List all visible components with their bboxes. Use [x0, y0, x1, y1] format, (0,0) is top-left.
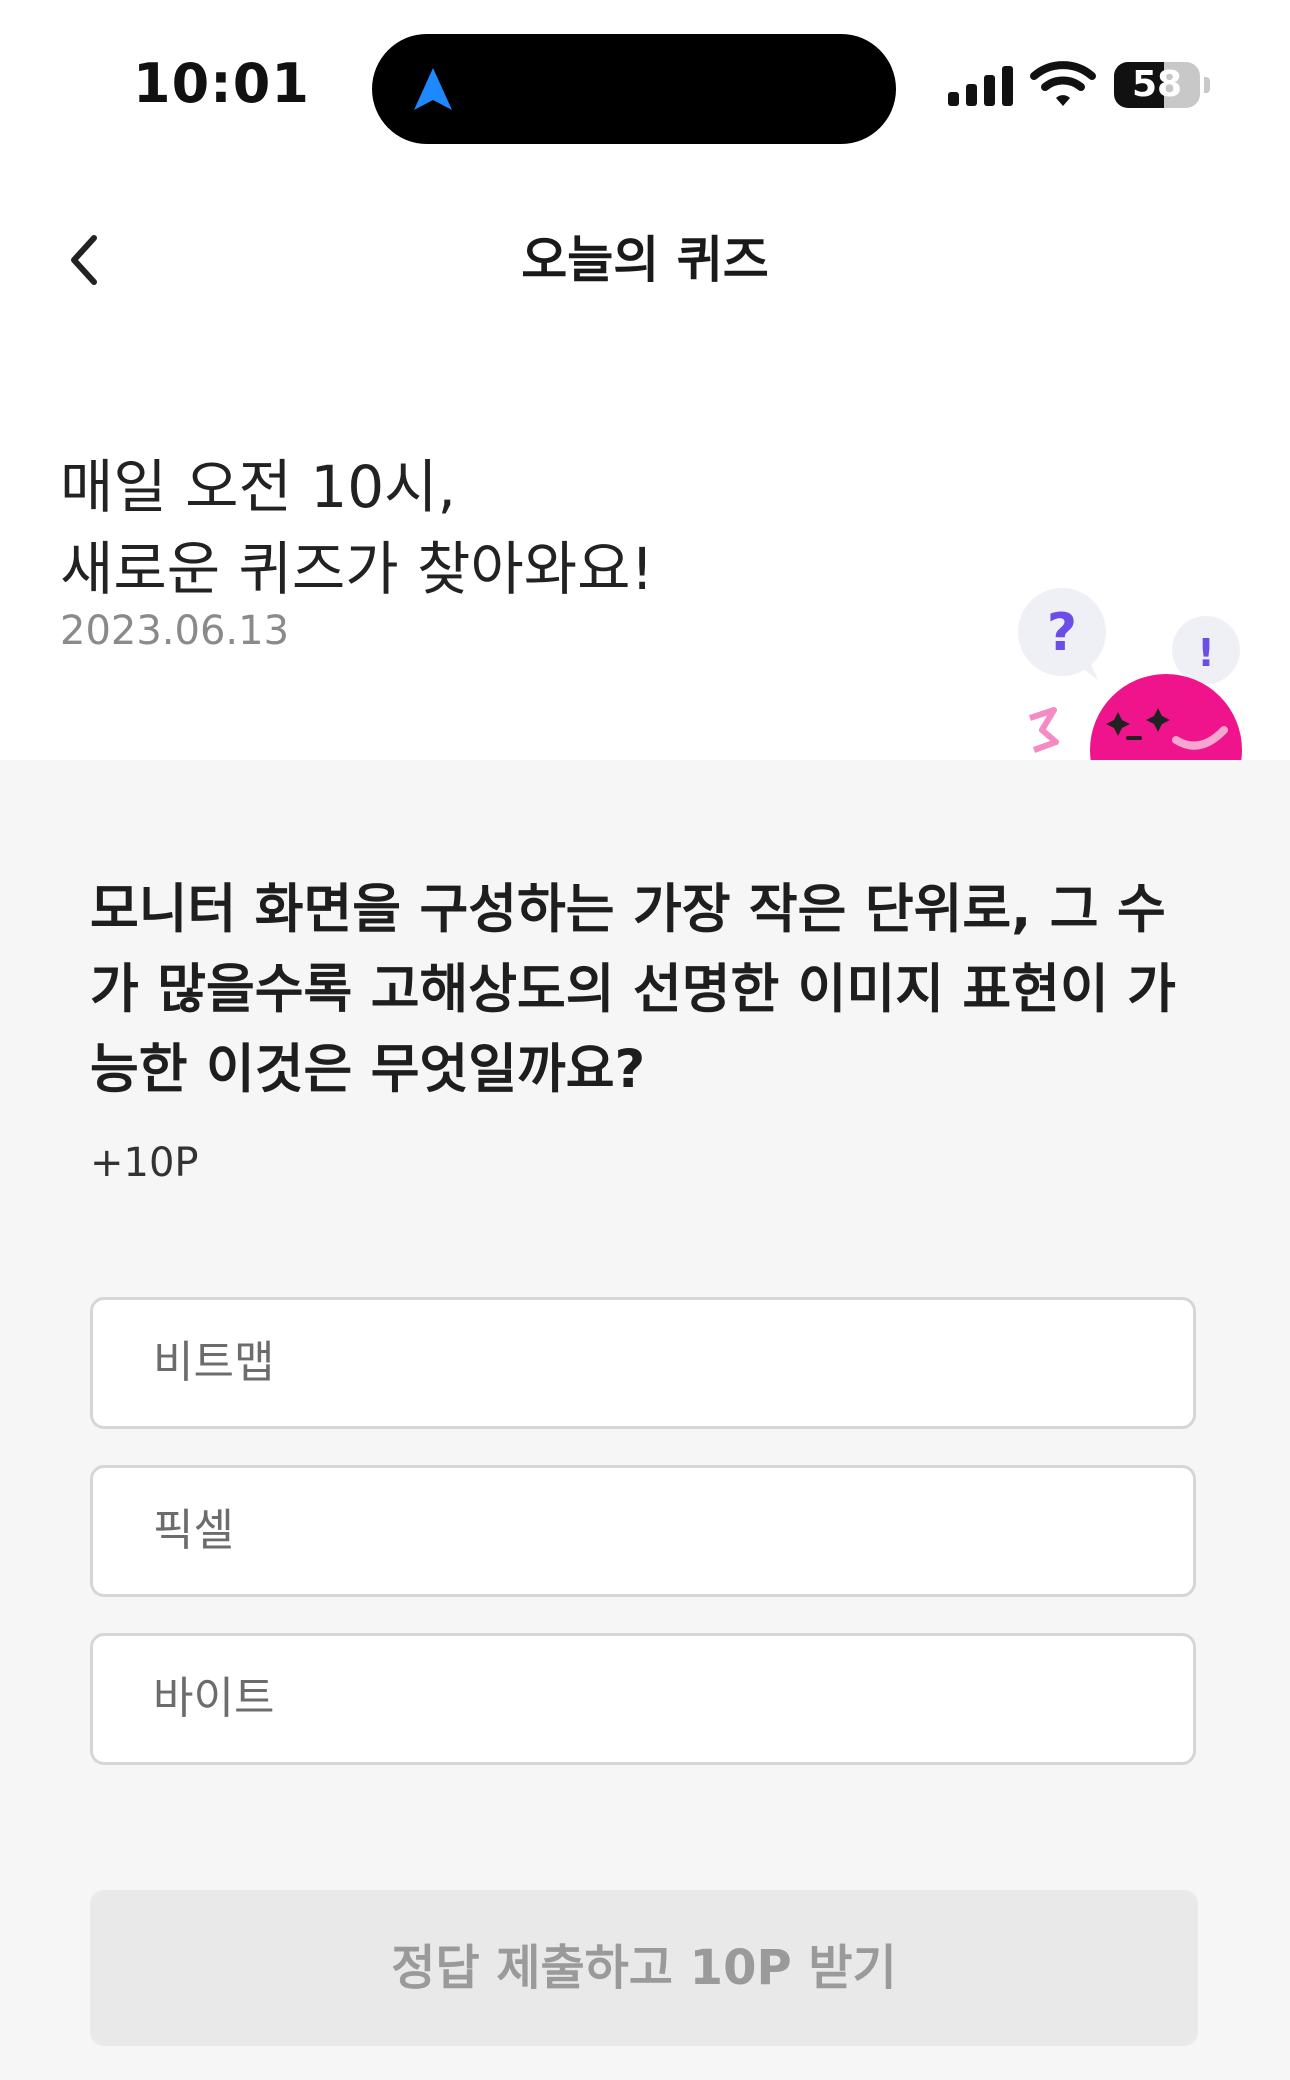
- quiz-mascot-icon: ? !: [1018, 588, 1242, 760]
- intro-headline-line1: 매일 오전 10시,: [60, 453, 456, 521]
- location-arrow-icon: [414, 68, 452, 110]
- app-header: 오늘의 퀴즈: [0, 200, 1290, 320]
- cellular-signal-icon: [948, 66, 1013, 106]
- answer-option-bitmap[interactable]: 비트맵: [90, 1297, 1196, 1429]
- answer-option-label: 바이트: [153, 1673, 275, 1724]
- answer-option-pixel[interactable]: 픽셀: [90, 1465, 1196, 1597]
- page-title: 오늘의 퀴즈: [521, 231, 769, 289]
- status-bar: 10:01 58: [0, 0, 1290, 170]
- quiz-question: 모니터 화면을 구성하는 가장 작은 단위로, 그 수가 많을수록 고해상도의 …: [90, 879, 1176, 1100]
- quiz-section: 모니터 화면을 구성하는 가장 작은 단위로, 그 수가 많을수록 고해상도의 …: [0, 760, 1290, 2080]
- quiz-date: 2023.06.13: [60, 608, 290, 654]
- wifi-icon: [1030, 61, 1096, 106]
- intro-headline-line2: 새로운 퀴즈가 찾아와요!: [60, 535, 654, 603]
- svg-text:!: !: [1197, 631, 1214, 675]
- quiz-points: +10P: [90, 1140, 199, 1186]
- answer-option-label: 픽셀: [153, 1505, 234, 1556]
- dynamic-island: [372, 34, 896, 144]
- battery-level: 58: [1131, 64, 1183, 105]
- status-time: 10:01: [133, 52, 310, 115]
- battery-icon: 58: [1114, 62, 1210, 108]
- back-button[interactable]: [44, 220, 124, 300]
- submit-answer-button[interactable]: 정답 제출하고 10P 받기: [90, 1890, 1198, 2046]
- svg-text:?: ?: [1047, 603, 1077, 663]
- intro-section: 매일 오전 10시, 새로운 퀴즈가 찾아와요! 2023.06.13 ? !: [0, 320, 1290, 760]
- answer-option-label: 비트맵: [153, 1337, 275, 1388]
- chevron-left-icon: [71, 235, 97, 285]
- answer-option-byte[interactable]: 바이트: [90, 1633, 1196, 1765]
